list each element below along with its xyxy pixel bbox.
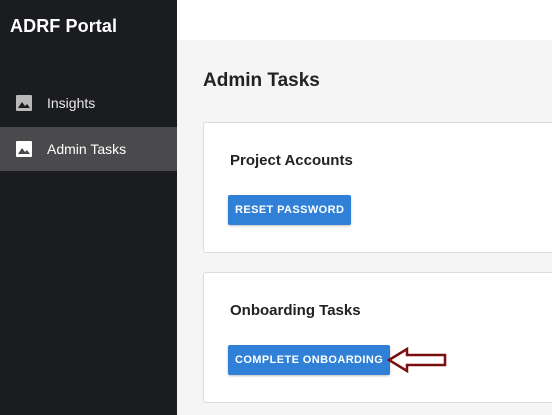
onboarding-tasks-card: Onboarding Tasks COMPLETE ONBOARDING — [203, 272, 552, 403]
complete-onboarding-button[interactable]: COMPLETE ONBOARDING — [228, 345, 391, 375]
project-accounts-card: Project Accounts RESET PASSWORD — [203, 122, 552, 253]
sidebar: ADRF Portal Insights Admin Tasks — [0, 0, 177, 415]
app-window: ADRF Portal Insights Admin Tasks Admin T… — [0, 0, 552, 415]
sidebar-item-label: Admin Tasks — [47, 141, 127, 157]
image-icon — [16, 141, 32, 157]
card-title: Project Accounts — [230, 152, 353, 169]
page-title: Admin Tasks — [203, 70, 320, 91]
card-title: Onboarding Tasks — [230, 302, 361, 319]
left-arrow-outline-icon — [387, 347, 447, 373]
app-title: ADRF Portal — [10, 16, 118, 36]
top-bar — [177, 0, 552, 40]
sidebar-item-label: Insights — [47, 95, 96, 111]
reset-password-button[interactable]: RESET PASSWORD — [228, 195, 352, 225]
sidebar-item-insights[interactable]: Insights — [0, 81, 177, 125]
sidebar-item-admin-tasks[interactable]: Admin Tasks — [0, 127, 177, 171]
image-icon — [16, 95, 32, 111]
